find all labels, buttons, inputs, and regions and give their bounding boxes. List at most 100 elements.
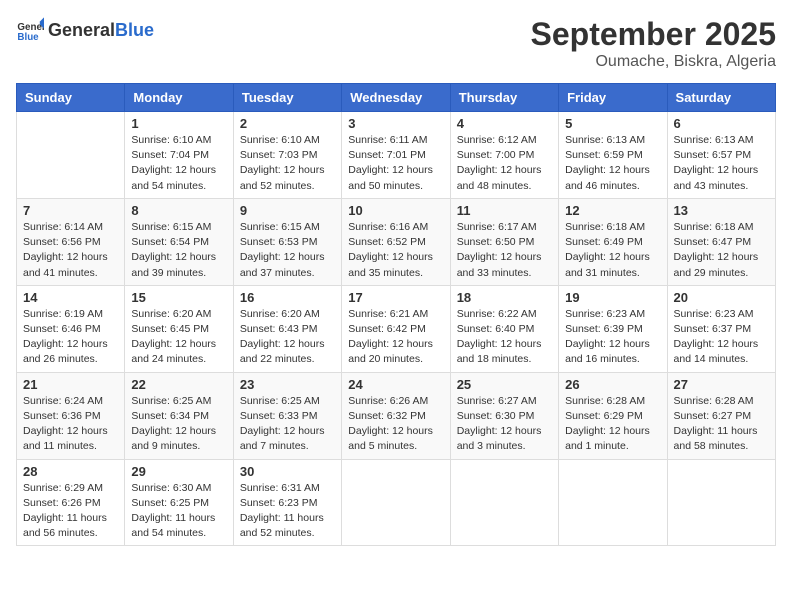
title-area: September 2025 Oumache, Biskra, Algeria — [531, 16, 776, 71]
day-number: 6 — [674, 116, 769, 131]
calendar-cell: 24 Sunrise: 6:26 AMSunset: 6:32 PMDayligh… — [342, 372, 450, 459]
day-info: Sunrise: 6:27 AMSunset: 6:30 PMDaylight:… — [457, 394, 552, 455]
calendar-cell: 22 Sunrise: 6:25 AMSunset: 6:34 PMDayligh… — [125, 372, 233, 459]
day-number: 11 — [457, 203, 552, 218]
svg-text:Blue: Blue — [17, 32, 39, 43]
weekday-header-sunday: Sunday — [17, 84, 125, 112]
day-info: Sunrise: 6:24 AMSunset: 6:36 PMDaylight:… — [23, 394, 118, 455]
day-info: Sunrise: 6:18 AMSunset: 6:47 PMDaylight:… — [674, 220, 769, 281]
calendar-cell: 23 Sunrise: 6:25 AMSunset: 6:33 PMDayligh… — [233, 372, 341, 459]
day-number: 25 — [457, 377, 552, 392]
day-info: Sunrise: 6:19 AMSunset: 6:46 PMDaylight:… — [23, 307, 118, 368]
calendar-cell: 6Sunrise: 6:13 AMSunset: 6:57 PMDaylight… — [667, 112, 775, 199]
calendar-cell: 12 Sunrise: 6:18 AMSunset: 6:49 PMDayligh… — [559, 198, 667, 285]
calendar-cell: 28 Sunrise: 6:29 AMSunset: 6:26 PMDayligh… — [17, 459, 125, 546]
day-info: Sunrise: 6:25 AMSunset: 6:33 PMDaylight:… — [240, 394, 335, 455]
calendar-cell — [450, 459, 558, 546]
day-info: Sunrise: 6:13 AMSunset: 6:59 PMDaylight:… — [565, 133, 660, 194]
day-number: 4 — [457, 116, 552, 131]
day-info: Sunrise: 6:10 AMSunset: 7:04 PMDaylight:… — [131, 133, 226, 194]
calendar-cell: 25 Sunrise: 6:27 AMSunset: 6:30 PMDayligh… — [450, 372, 558, 459]
calendar-cell: 30 Sunrise: 6:31 AMSunset: 6:23 PMDayligh… — [233, 459, 341, 546]
day-info: Sunrise: 6:20 AMSunset: 6:45 PMDaylight:… — [131, 307, 226, 368]
day-number: 12 — [565, 203, 660, 218]
day-info: Sunrise: 6:20 AMSunset: 6:43 PMDaylight:… — [240, 307, 335, 368]
day-number: 2 — [240, 116, 335, 131]
day-info: Sunrise: 6:29 AMSunset: 6:26 PMDaylight:… — [23, 481, 118, 542]
day-number: 28 — [23, 464, 118, 479]
day-info: Sunrise: 6:15 AMSunset: 6:53 PMDaylight:… — [240, 220, 335, 281]
day-number: 5 — [565, 116, 660, 131]
calendar-table: SundayMondayTuesdayWednesdayThursdayFrid… — [16, 83, 776, 546]
day-number: 15 — [131, 290, 226, 305]
day-number: 30 — [240, 464, 335, 479]
calendar-cell: 5 Sunrise: 6:13 AMSunset: 6:59 PMDaylight… — [559, 112, 667, 199]
day-info: Sunrise: 6:12 AMSunset: 7:00 PMDaylight:… — [457, 133, 552, 194]
calendar-body: 1 Sunrise: 6:10 AMSunset: 7:04 PMDaylight… — [17, 112, 776, 546]
day-info: Sunrise: 6:28 AMSunset: 6:27 PMDaylight:… — [674, 394, 769, 455]
location-title: Oumache, Biskra, Algeria — [531, 53, 776, 71]
day-number: 27 — [674, 377, 769, 392]
day-number: 7 — [23, 203, 118, 218]
calendar-cell: 14 Sunrise: 6:19 AMSunset: 6:46 PMDayligh… — [17, 285, 125, 372]
weekday-header-monday: Monday — [125, 84, 233, 112]
calendar-cell: 11Sunrise: 6:17 AMSunset: 6:50 PMDayligh… — [450, 198, 558, 285]
calendar-cell: 8 Sunrise: 6:15 AMSunset: 6:54 PMDaylight… — [125, 198, 233, 285]
day-info: Sunrise: 6:16 AMSunset: 6:52 PMDaylight:… — [348, 220, 443, 281]
generalblue-logo-icon: General Blue — [16, 16, 44, 44]
calendar-cell: 3 Sunrise: 6:11 AMSunset: 7:01 PMDaylight… — [342, 112, 450, 199]
calendar-cell: 1 Sunrise: 6:10 AMSunset: 7:04 PMDaylight… — [125, 112, 233, 199]
calendar-cell: 21 Sunrise: 6:24 AMSunset: 6:36 PMDayligh… — [17, 372, 125, 459]
calendar-cell: 15 Sunrise: 6:20 AMSunset: 6:45 PMDayligh… — [125, 285, 233, 372]
day-info: Sunrise: 6:25 AMSunset: 6:34 PMDaylight:… — [131, 394, 226, 455]
day-info: Sunrise: 6:15 AMSunset: 6:54 PMDaylight:… — [131, 220, 226, 281]
calendar-cell: 17Sunrise: 6:21 AMSunset: 6:42 PMDayligh… — [342, 285, 450, 372]
calendar-cell — [342, 459, 450, 546]
day-number: 23 — [240, 377, 335, 392]
day-number: 29 — [131, 464, 226, 479]
day-info: Sunrise: 6:23 AMSunset: 6:39 PMDaylight:… — [565, 307, 660, 368]
day-number: 3 — [348, 116, 443, 131]
day-number: 8 — [131, 203, 226, 218]
calendar-cell: 29 Sunrise: 6:30 AMSunset: 6:25 PMDayligh… — [125, 459, 233, 546]
weekday-header-thursday: Thursday — [450, 84, 558, 112]
day-info: Sunrise: 6:11 AMSunset: 7:01 PMDaylight:… — [348, 133, 443, 194]
day-number: 14 — [23, 290, 118, 305]
calendar-week-3: 14 Sunrise: 6:19 AMSunset: 6:46 PMDayligh… — [17, 285, 776, 372]
day-number: 18 — [457, 290, 552, 305]
calendar-cell: 13Sunrise: 6:18 AMSunset: 6:47 PMDayligh… — [667, 198, 775, 285]
day-number: 22 — [131, 377, 226, 392]
day-number: 24 — [348, 377, 443, 392]
calendar-cell: 9Sunrise: 6:15 AMSunset: 6:53 PMDaylight… — [233, 198, 341, 285]
weekday-header-wednesday: Wednesday — [342, 84, 450, 112]
calendar-cell: 4 Sunrise: 6:12 AMSunset: 7:00 PMDaylight… — [450, 112, 558, 199]
calendar-cell: 27 Sunrise: 6:28 AMSunset: 6:27 PMDayligh… — [667, 372, 775, 459]
weekday-header-friday: Friday — [559, 84, 667, 112]
calendar-cell: 16Sunrise: 6:20 AMSunset: 6:43 PMDayligh… — [233, 285, 341, 372]
calendar-week-2: 7Sunrise: 6:14 AMSunset: 6:56 PMDaylight… — [17, 198, 776, 285]
month-title: September 2025 — [531, 16, 776, 53]
logo-general-text: General — [48, 21, 115, 39]
day-info: Sunrise: 6:18 AMSunset: 6:49 PMDaylight:… — [565, 220, 660, 281]
calendar-cell: 7Sunrise: 6:14 AMSunset: 6:56 PMDaylight… — [17, 198, 125, 285]
weekday-header-saturday: Saturday — [667, 84, 775, 112]
day-number: 20 — [674, 290, 769, 305]
day-number: 1 — [131, 116, 226, 131]
day-number: 19 — [565, 290, 660, 305]
calendar-cell: 19 Sunrise: 6:23 AMSunset: 6:39 PMDayligh… — [559, 285, 667, 372]
calendar-cell: 20Sunrise: 6:23 AMSunset: 6:37 PMDayligh… — [667, 285, 775, 372]
calendar-week-5: 28 Sunrise: 6:29 AMSunset: 6:26 PMDayligh… — [17, 459, 776, 546]
calendar-week-4: 21 Sunrise: 6:24 AMSunset: 6:36 PMDayligh… — [17, 372, 776, 459]
day-info: Sunrise: 6:30 AMSunset: 6:25 PMDaylight:… — [131, 481, 226, 542]
logo-blue-text: Blue — [115, 21, 154, 39]
day-info: Sunrise: 6:31 AMSunset: 6:23 PMDaylight:… — [240, 481, 335, 542]
calendar-cell: 26Sunrise: 6:28 AMSunset: 6:29 PMDayligh… — [559, 372, 667, 459]
day-info: Sunrise: 6:28 AMSunset: 6:29 PMDaylight:… — [565, 394, 660, 455]
calendar-cell: 18Sunrise: 6:22 AMSunset: 6:40 PMDayligh… — [450, 285, 558, 372]
calendar-cell — [667, 459, 775, 546]
day-info: Sunrise: 6:26 AMSunset: 6:32 PMDaylight:… — [348, 394, 443, 455]
calendar-cell — [559, 459, 667, 546]
day-number: 21 — [23, 377, 118, 392]
day-info: Sunrise: 6:21 AMSunset: 6:42 PMDaylight:… — [348, 307, 443, 368]
header: General Blue General Blue September 2025… — [16, 16, 776, 71]
